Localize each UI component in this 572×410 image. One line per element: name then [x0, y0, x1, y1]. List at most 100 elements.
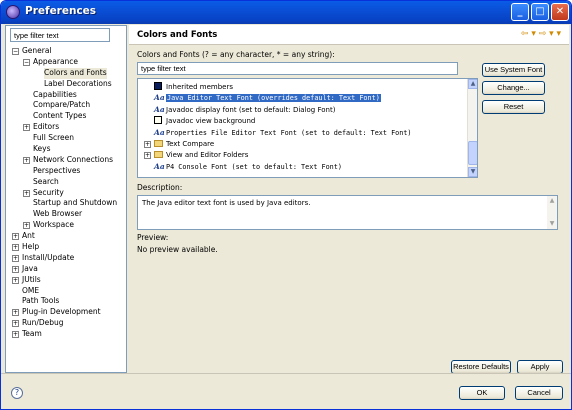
- tree-item[interactable]: + Help: [12, 242, 126, 253]
- font-filter-input[interactable]: [137, 62, 458, 75]
- use-system-font-button[interactable]: Use System Font: [482, 63, 545, 77]
- desc-scroll-down-arrow[interactable]: ▼: [547, 219, 557, 229]
- tree-item-label: Keys: [33, 144, 51, 154]
- tree-item-label: Security: [33, 187, 64, 197]
- collapse-icon[interactable]: −: [12, 48, 19, 55]
- font-list-item[interactable]: AaJavadoc display font (set to default: …: [154, 105, 335, 115]
- close-button[interactable]: ✕: [551, 3, 569, 21]
- tree-item[interactable]: Content Types: [12, 111, 126, 122]
- tree-item[interactable]: + Editors: [12, 122, 126, 133]
- tree-item[interactable]: − General: [12, 46, 126, 57]
- scroll-thumb[interactable]: [468, 141, 477, 165]
- tree-item-label: Search: [33, 176, 59, 186]
- expand-icon[interactable]: +: [23, 222, 30, 230]
- tree-item-label: Colors and Fonts: [44, 67, 107, 79]
- expand-icon[interactable]: +: [12, 320, 19, 328]
- preference-tree: − General − Appearance Colors and Fonts Label…: [12, 46, 126, 340]
- tree-item-label: Compare/Patch: [33, 100, 91, 110]
- tree-item[interactable]: + Ant: [12, 231, 126, 242]
- tree-item[interactable]: Path Tools: [12, 296, 126, 307]
- reset-button[interactable]: Reset: [482, 100, 545, 114]
- tree-item-label: Run/Debug: [22, 318, 64, 328]
- tree-item-label: Capabilities: [33, 89, 77, 99]
- expand-icon[interactable]: +: [12, 233, 19, 241]
- tree-item[interactable]: + Java: [12, 264, 126, 275]
- window-title: Preferences: [25, 5, 97, 17]
- expand-icon[interactable]: +: [12, 254, 19, 262]
- title-bar[interactable]: Preferences _ □ ✕: [1, 1, 571, 24]
- font-list-item[interactable]: Inherited members: [154, 82, 233, 92]
- font-list-item-label: Text Compare: [166, 140, 215, 148]
- tree-item[interactable]: Compare/Patch: [12, 100, 126, 111]
- expand-icon[interactable]: +: [23, 189, 30, 197]
- expand-icon[interactable]: +: [144, 152, 151, 160]
- description-text: The Java editor text font is used by Jav…: [142, 199, 311, 207]
- expand-icon[interactable]: +: [12, 244, 19, 252]
- color-swatch-icon: [154, 116, 162, 125]
- tree-item[interactable]: Web Browser: [12, 209, 126, 220]
- change-button[interactable]: Change...: [482, 81, 545, 95]
- tree-item[interactable]: Full Screen: [12, 133, 126, 144]
- tree-item-label: Plug-in Development: [22, 307, 101, 317]
- expand-icon[interactable]: +: [23, 156, 30, 164]
- content-pane: Colors and Fonts ⇦ ▾ ⇨ ▾ ▾ Colors and Fo…: [129, 25, 569, 374]
- tree-item[interactable]: Startup and Shutdown: [12, 198, 126, 209]
- tree-item[interactable]: + Plug-in Development: [12, 307, 126, 318]
- tree-item[interactable]: Search: [12, 177, 126, 188]
- help-icon[interactable]: ?: [11, 387, 23, 399]
- font-list-item[interactable]: + Text Compare: [144, 139, 214, 149]
- expand-icon[interactable]: +: [144, 141, 151, 148]
- font-list-item[interactable]: AaProperties File Editor Text Font (set …: [154, 128, 412, 138]
- font-list-item[interactable]: + View and Editor Folders: [144, 150, 248, 160]
- tree-item[interactable]: Label Decorations: [12, 79, 126, 90]
- font-icon: Aa: [154, 127, 165, 137]
- scroll-down-arrow[interactable]: ▼: [468, 167, 477, 177]
- font-list-item[interactable]: Javadoc view background: [154, 116, 255, 126]
- apply-button[interactable]: Apply: [517, 360, 563, 374]
- list-scrollbar[interactable]: ▲ ▼: [467, 79, 477, 177]
- expand-icon[interactable]: +: [23, 124, 30, 132]
- tree-item-label: Ant: [22, 231, 35, 241]
- tree-item[interactable]: Keys: [12, 144, 126, 155]
- maximize-button[interactable]: □: [531, 3, 549, 21]
- tree-item[interactable]: Colors and Fonts: [12, 67, 126, 79]
- description-scrollbar[interactable]: ▲ ▼: [547, 196, 557, 229]
- font-list-caption: Colors and Fonts (? = any character, * =…: [137, 50, 335, 59]
- folder-icon: [154, 151, 163, 159]
- collapse-icon[interactable]: −: [23, 58, 30, 66]
- expand-icon[interactable]: +: [12, 331, 19, 339]
- eclipse-icon: [6, 5, 20, 19]
- cancel-button[interactable]: Cancel: [515, 386, 563, 400]
- font-list-item-label: Java Editor Text Font (overrides default…: [166, 94, 381, 103]
- preference-tree-pane: −General−AppearanceColors and FontsLabel…: [5, 25, 127, 373]
- expand-icon[interactable]: +: [12, 265, 19, 273]
- font-list-item-label: Inherited members: [166, 83, 234, 91]
- font-list-item[interactable]: Aa Java Editor Text Font (overrides defau…: [154, 93, 381, 103]
- font-list-item[interactable]: AaP4 Console Font (set to default: Text …: [154, 162, 342, 172]
- tree-item[interactable]: + Install/Update: [12, 253, 126, 264]
- tree-item[interactable]: − Appearance: [12, 57, 126, 68]
- tree-item[interactable]: + Team: [12, 329, 126, 340]
- tree-item[interactable]: + Security: [12, 188, 126, 199]
- color-swatch-icon: [154, 82, 162, 90]
- expand-icon[interactable]: +: [12, 276, 19, 284]
- tree-item[interactable]: OME: [12, 286, 126, 297]
- preferences-window: Preferences _ □ ✕ −General−AppearanceCol…: [0, 0, 572, 410]
- back-forward-icons[interactable]: ⇦ ▾ ⇨ ▾ ▾: [521, 29, 561, 39]
- desc-scroll-up-arrow[interactable]: ▲: [547, 196, 557, 206]
- restore-defaults-button[interactable]: Restore Defaults: [451, 360, 511, 374]
- tree-item[interactable]: + Network Connections: [12, 155, 126, 166]
- tree-item[interactable]: + Run/Debug: [12, 318, 126, 329]
- tree-item[interactable]: + Workspace: [12, 220, 126, 231]
- preview-text: No preview available.: [137, 245, 218, 254]
- minimize-button[interactable]: _: [511, 3, 529, 21]
- tree-item[interactable]: Capabilities: [12, 90, 126, 101]
- tree-item-label: Network Connections: [33, 154, 114, 164]
- tree-item[interactable]: + JUtils: [12, 275, 126, 286]
- scroll-up-arrow[interactable]: ▲: [468, 79, 477, 89]
- tree-filter-input[interactable]: [10, 28, 110, 42]
- ok-button[interactable]: OK: [459, 386, 505, 400]
- tree-item[interactable]: Perspectives: [12, 166, 126, 177]
- expand-icon[interactable]: +: [12, 309, 19, 317]
- page-title: Colors and Fonts: [137, 30, 218, 40]
